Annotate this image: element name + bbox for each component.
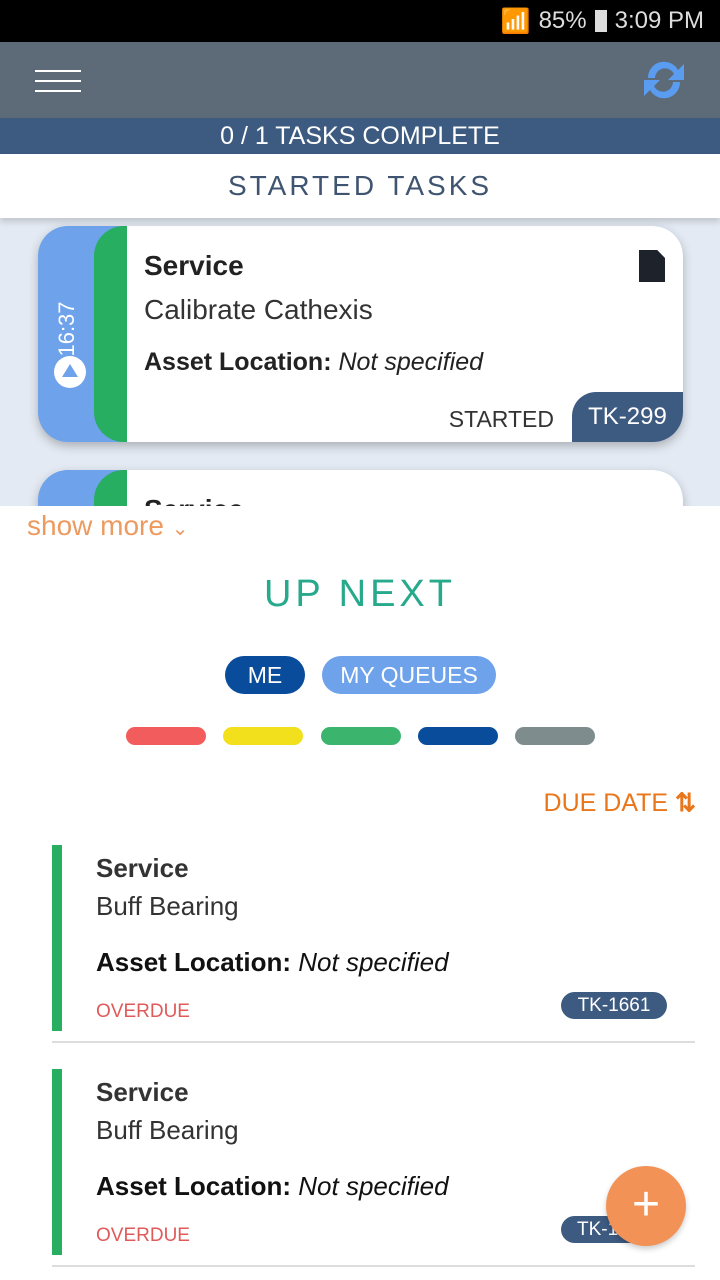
started-tasks-list: 16:37 Service Calibrate Cathexis Asset L… [0,218,720,506]
asset-location: Asset Location: Not specified [144,348,484,376]
sort-icon: ⇅ [675,789,696,817]
clock: 3:09 PM [614,7,704,34]
task-list-item[interactable]: Service Buff Bearing Asset Location: Not… [52,845,695,1043]
ticket-badge: TK-299 [572,392,683,442]
priority-stripe [52,845,62,1031]
document-icon[interactable] [639,250,665,282]
show-more-button[interactable]: show more ⌄ [27,510,188,542]
priority-filter-green[interactable] [321,727,401,745]
battery-icon [594,10,607,32]
priority-stripe [52,1069,62,1255]
priority-filter-blue[interactable] [418,727,498,745]
menu-icon[interactable] [35,70,81,92]
task-status: OVERDUE [96,1225,190,1246]
started-task-card[interactable]: 16:37 Service Calibrate Cathexis Asset L… [38,226,683,442]
ticket-badge: TK-1661 [561,992,667,1019]
filter-me[interactable]: ME [225,656,305,694]
started-task-card[interactable]: Service [38,470,683,506]
status-bar: 📶 85% 3:09 PM [0,0,720,42]
priority-filter-yellow[interactable] [223,727,303,745]
task-type: Service [96,853,189,883]
task-status: STARTED [448,406,554,432]
priority-filter-gray[interactable] [515,727,595,745]
play-icon[interactable] [54,356,86,388]
up-next-heading: UP NEXT [263,573,456,615]
filter-my-queues[interactable]: MY QUEUES [322,656,496,694]
card-body: Service Calibrate Cathexis Asset Locatio… [127,226,683,442]
task-type: Service [144,494,244,506]
started-tasks-heading: STARTED TASKS [0,154,720,218]
task-list-item[interactable]: Service Buff Bearing Asset Location: Not… [52,1069,695,1267]
task-status: OVERDUE [96,1001,190,1022]
app-bar [0,42,720,118]
task-name: Buff Bearing [96,1115,239,1145]
sort-due-date-button[interactable]: DUE DATE ⇅ [544,788,696,818]
card-body: Service [127,470,683,506]
task-name: Buff Bearing [96,891,239,921]
refresh-icon[interactable] [640,56,688,104]
wifi-icon: 📶 [500,7,531,35]
asset-location: Asset Location: Not specified [96,1171,449,1201]
chevron-down-icon: ⌄ [171,518,189,540]
task-type: Service [144,250,244,281]
battery-percent: 85% [538,7,587,34]
add-task-button[interactable]: + [606,1166,686,1246]
asset-location: Asset Location: Not specified [96,947,449,977]
priority-filter-red[interactable] [126,727,206,745]
task-name: Calibrate Cathexis [144,294,373,325]
task-type: Service [96,1077,189,1107]
tasks-progress: 0 / 1 TASKS COMPLETE [0,118,720,154]
